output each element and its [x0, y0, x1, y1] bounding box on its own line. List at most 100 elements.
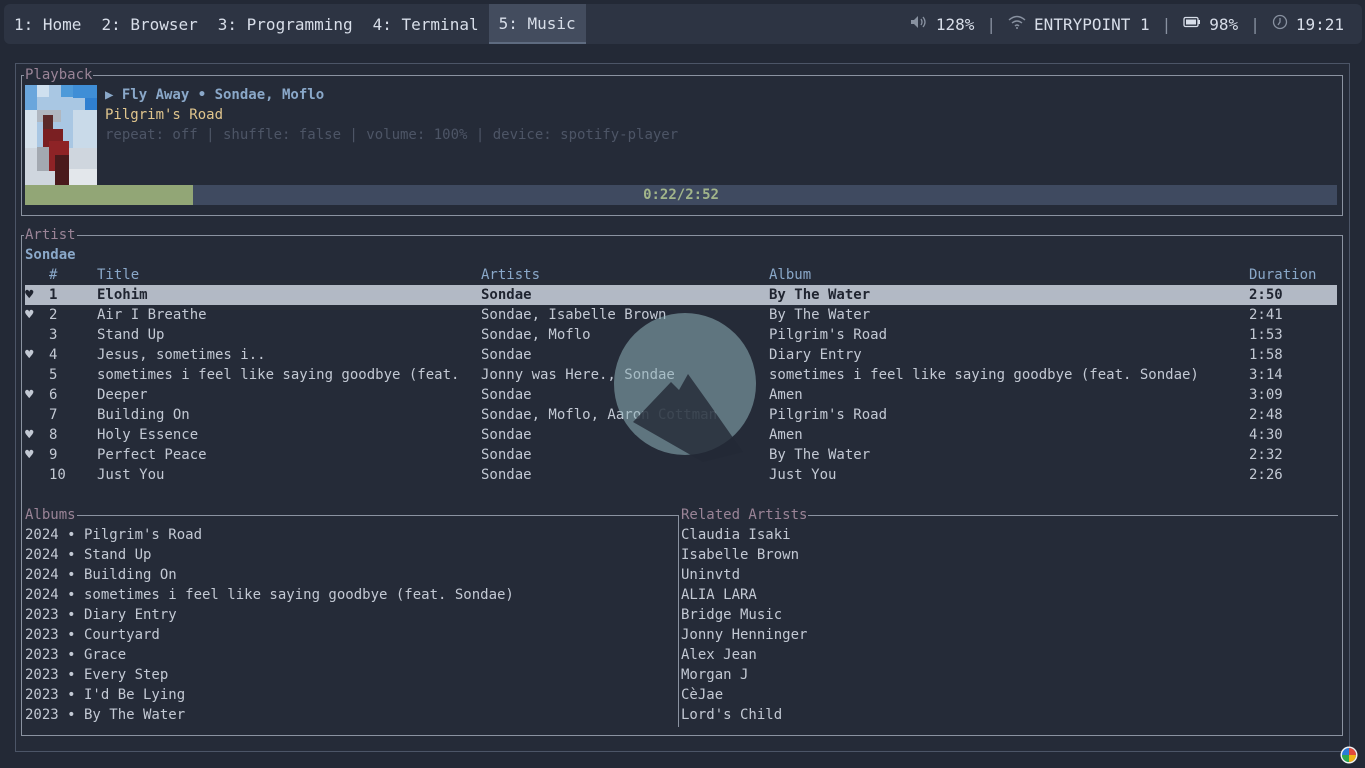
- track-artists: Sondae: [481, 387, 532, 403]
- track-title: Elohim: [97, 287, 148, 303]
- spotify-player-window: Playback ▶ Fly Away • Sondae, Moflo Pilg…: [15, 63, 1350, 752]
- track-row[interactable]: ♥ 1 Elohim Sondae By The Water 2:50: [25, 285, 1337, 305]
- album-list-item[interactable]: 2023 • Courtyard: [25, 625, 160, 645]
- related-artist-item[interactable]: ALIA LARA: [681, 585, 757, 605]
- album-list-item[interactable]: 2023 • Diary Entry: [25, 605, 177, 625]
- liked-heart-icon: ♥: [25, 387, 34, 403]
- album-list-item[interactable]: 2024 • sometimes i feel like saying good…: [25, 585, 514, 605]
- playback-progress-bar[interactable]: 0:22/2:52: [25, 185, 1337, 205]
- battery-value: 98%: [1209, 14, 1239, 34]
- clock-indicator[interactable]: 19:21: [1264, 14, 1352, 34]
- status-separator: |: [1161, 14, 1172, 34]
- track-duration: 3:09: [1249, 387, 1283, 403]
- column-title[interactable]: Title: [97, 265, 467, 285]
- artist-panel: Artist Sondae # Title Artists Album Dura…: [21, 227, 1343, 736]
- track-row[interactable]: 5 sometimes i feel like saying goodbye (f…: [25, 365, 1337, 385]
- clock-value: 19:21: [1295, 14, 1344, 34]
- album-list-item[interactable]: 2024 • Building On: [25, 565, 177, 585]
- top-bar: 1: Home 2: Browser 3: Programming 4: Ter…: [4, 4, 1362, 44]
- now-playing-track: ▶ Fly Away • Sondae, Moflo: [105, 87, 325, 103]
- track-album: Pilgrim's Road: [769, 327, 888, 343]
- artist-panel-title: Artist: [24, 227, 77, 243]
- related-artist-item[interactable]: Lord's Child: [681, 705, 782, 725]
- track-album: By The Water: [769, 287, 871, 303]
- liked-heart-icon: ♥: [25, 447, 34, 463]
- track-row[interactable]: 7 Building On Sondae, Moflo, Aaron Cottman…: [25, 405, 1337, 425]
- track-title: Holy Essence: [97, 427, 199, 443]
- playback-panel-title: Playback: [24, 67, 94, 83]
- related-artist-item[interactable]: Bridge Music: [681, 605, 782, 625]
- network-indicator[interactable]: ENTRYPOINT 1: [1000, 15, 1158, 34]
- liked-heart-icon: ♥: [25, 347, 34, 363]
- status-separator: |: [1250, 14, 1260, 34]
- volume-value: 128%: [935, 14, 975, 34]
- track-duration: 2:48: [1249, 407, 1283, 423]
- track-duration: 3:14: [1249, 367, 1283, 383]
- related-artist-item[interactable]: CèJae: [681, 685, 723, 705]
- battery-icon: [1183, 16, 1201, 32]
- track-row[interactable]: ♥ 6 Deeper Sondae Amen 3:09: [25, 385, 1337, 405]
- tracks-header: # Title Artists Album Duration: [25, 265, 1337, 285]
- related-artist-item[interactable]: Claudia Isaki: [681, 525, 791, 545]
- app-logo-icon: [1340, 746, 1358, 764]
- track-title: Jesus, sometimes i..: [97, 347, 266, 363]
- workspace-list: 1: Home 2: Browser 3: Programming 4: Ter…: [4, 4, 586, 44]
- column-duration[interactable]: Duration: [1249, 265, 1316, 285]
- playback-panel: Playback ▶ Fly Away • Sondae, Moflo Pilg…: [21, 67, 1343, 216]
- album-list-item[interactable]: 2023 • By The Water: [25, 705, 185, 725]
- column-artists[interactable]: Artists: [481, 265, 540, 285]
- track-duration: 1:58: [1249, 347, 1283, 363]
- track-artists: Sondae: [481, 347, 532, 363]
- related-artist-item[interactable]: Uninvtd: [681, 565, 740, 585]
- workspace-music[interactable]: 5: Music: [488, 4, 586, 44]
- workspace-programming[interactable]: 3: Programming: [208, 4, 363, 44]
- related-artist-item[interactable]: Alex Jean: [681, 645, 757, 665]
- track-album: By The Water: [769, 307, 871, 323]
- track-title: sometimes i feel like saying goodbye (fe…: [97, 367, 467, 383]
- album-list-item[interactable]: 2023 • Grace: [25, 645, 126, 665]
- track-row[interactable]: 10 Just You Sondae Just You 2:26: [25, 465, 1337, 485]
- related-artist-item[interactable]: Jonny Henninger: [681, 625, 807, 645]
- track-artists: Sondae: [481, 467, 532, 483]
- column-num[interactable]: #: [49, 265, 57, 285]
- related-artist-item[interactable]: Morgan J: [681, 665, 748, 685]
- track-row[interactable]: ♥ 8 Holy Essence Sondae Amen 4:30: [25, 425, 1337, 445]
- liked-heart-icon: ♥: [25, 427, 34, 443]
- track-number: 1: [49, 287, 58, 303]
- network-name: ENTRYPOINT 1: [1034, 14, 1150, 34]
- workspace-terminal[interactable]: 4: Terminal: [363, 4, 489, 44]
- track-artists: Sondae, Moflo: [481, 327, 591, 343]
- track-duration: 2:41: [1249, 307, 1283, 323]
- track-artists: Sondae: [481, 447, 532, 463]
- album-list-item[interactable]: 2024 • Pilgrim's Road: [25, 525, 202, 545]
- track-title: Air I Breathe: [97, 307, 207, 323]
- track-title: Perfect Peace: [97, 447, 207, 463]
- album-list-item[interactable]: 2024 • Stand Up: [25, 545, 151, 565]
- related-artist-item[interactable]: Isabelle Brown: [681, 545, 799, 565]
- track-duration: 2:50: [1249, 287, 1283, 303]
- volume-indicator[interactable]: 128%: [902, 15, 983, 34]
- liked-heart-icon: ♥: [25, 307, 34, 323]
- column-album[interactable]: Album: [769, 265, 811, 285]
- battery-indicator[interactable]: 98%: [1175, 15, 1246, 34]
- track-artists: Sondae: [481, 427, 532, 443]
- albums-related-divider: [678, 515, 679, 727]
- track-album: Amen: [769, 387, 803, 403]
- track-album: Amen: [769, 427, 803, 443]
- track-duration: 4:30: [1249, 427, 1283, 443]
- track-duration: 1:53: [1249, 327, 1283, 343]
- track-row[interactable]: ♥ 4 Jesus, sometimes i.. Sondae Diary Entry 1…: [25, 345, 1337, 365]
- album-list-item[interactable]: 2023 • Every Step: [25, 665, 168, 685]
- track-album: Diary Entry: [769, 347, 862, 363]
- workspace-home[interactable]: 1: Home: [4, 4, 91, 44]
- track-row[interactable]: 3 Stand Up Sondae, Moflo Pilgrim's Road 1:53: [25, 325, 1337, 345]
- album-list-item[interactable]: 2023 • I'd Be Lying: [25, 685, 185, 705]
- track-title: Building On: [97, 407, 190, 423]
- track-row[interactable]: ♥ 9 Perfect Peace Sondae By The Water 2:32: [25, 445, 1337, 465]
- track-album: Just You: [769, 467, 837, 483]
- status-separator: |: [986, 14, 997, 34]
- workspace-browser[interactable]: 2: Browser: [91, 4, 207, 44]
- wifi-icon: [1008, 15, 1026, 33]
- track-artists: Sondae, Isabelle Brown: [481, 307, 667, 323]
- track-row[interactable]: ♥ 2 Air I Breathe Sondae, Isabelle Brown By …: [25, 305, 1337, 325]
